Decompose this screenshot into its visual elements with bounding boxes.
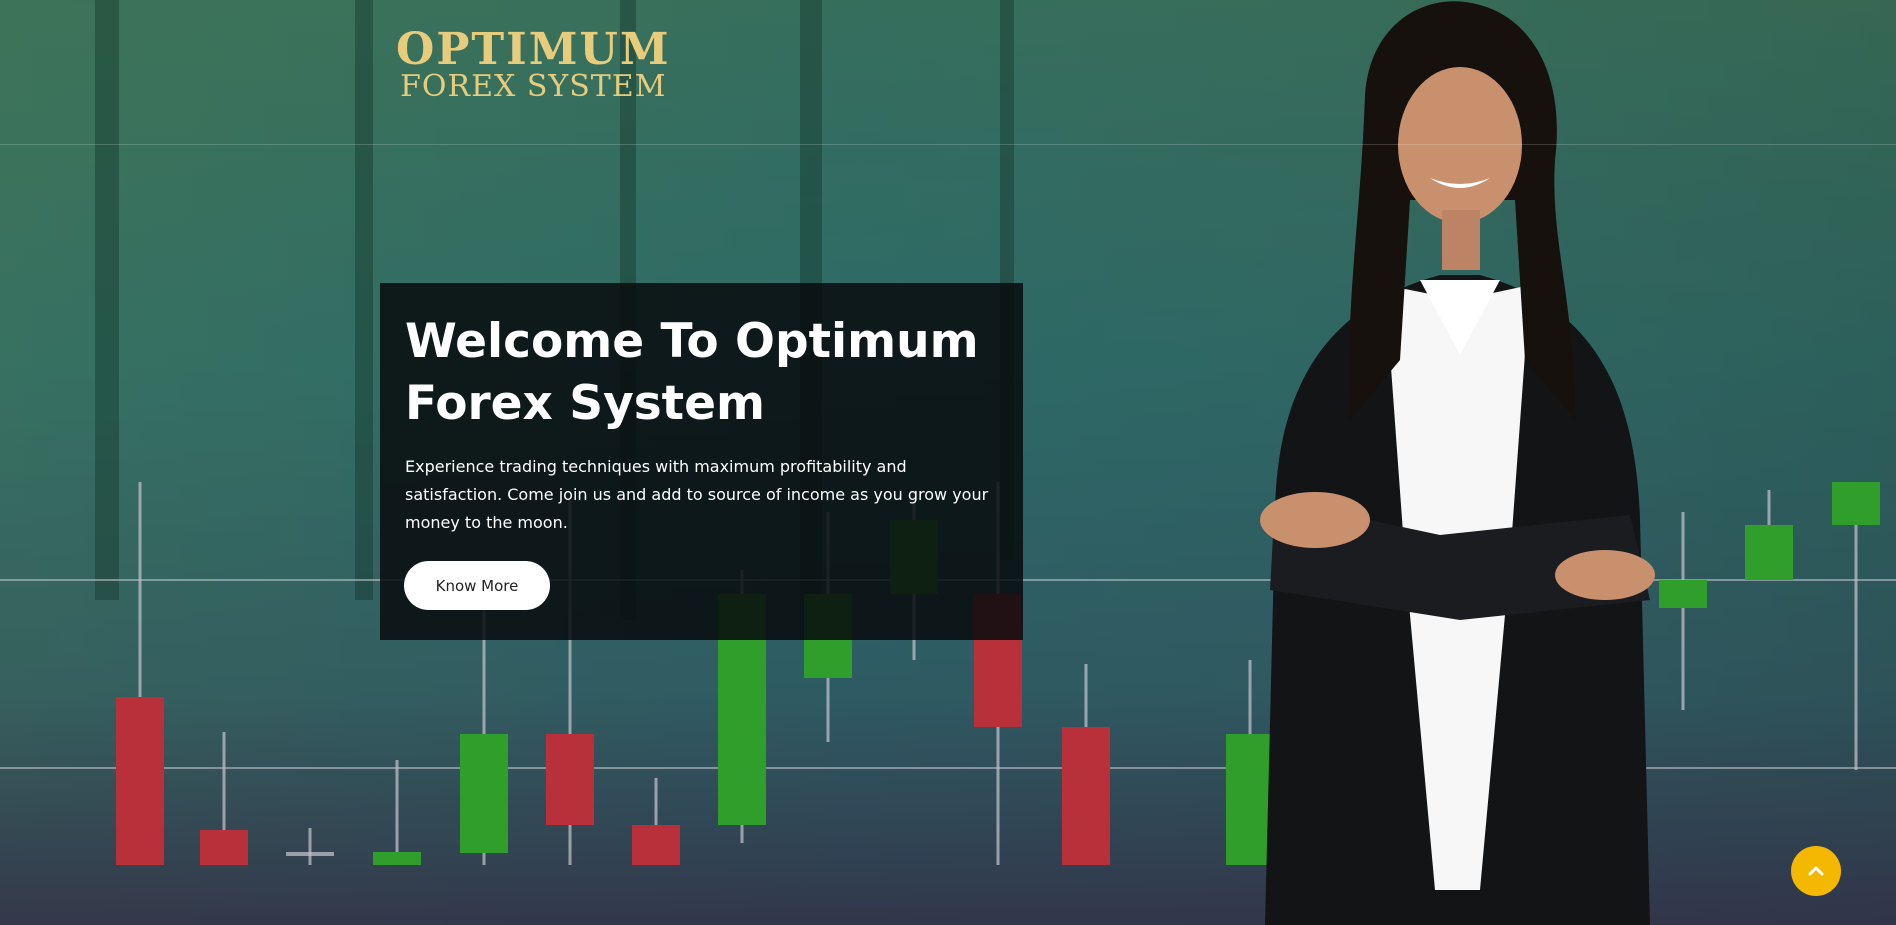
header-divider: [0, 144, 1896, 145]
know-more-button[interactable]: Know More: [404, 561, 550, 610]
candle-body: [1062, 727, 1110, 865]
businesswoman-image: [1260, 1, 1655, 925]
candle-body: [286, 852, 334, 856]
logo-text-primary: OPTIMUM: [396, 24, 671, 75]
scroll-to-top-button[interactable]: [1791, 846, 1841, 896]
candle-body: [373, 852, 421, 865]
candle-body: [200, 830, 248, 865]
candle-body: [1745, 525, 1793, 580]
chevron-up-icon: [1808, 866, 1824, 876]
site-logo[interactable]: OPTIMUM FOREX SYSTEM: [396, 28, 671, 102]
hero-card: Welcome To Optimum Forex System Experien…: [380, 283, 1023, 640]
candle-body: [632, 825, 680, 865]
candle-body: [116, 697, 164, 865]
candle-body: [1832, 482, 1880, 525]
candle-body: [460, 734, 508, 853]
hero-title: Welcome To Optimum Forex System: [405, 314, 979, 431]
candle-body: [546, 734, 594, 825]
logo-text-secondary: FOREX SYSTEM: [400, 69, 667, 104]
hero-description: Experience trading techniques with maxim…: [405, 457, 989, 532]
